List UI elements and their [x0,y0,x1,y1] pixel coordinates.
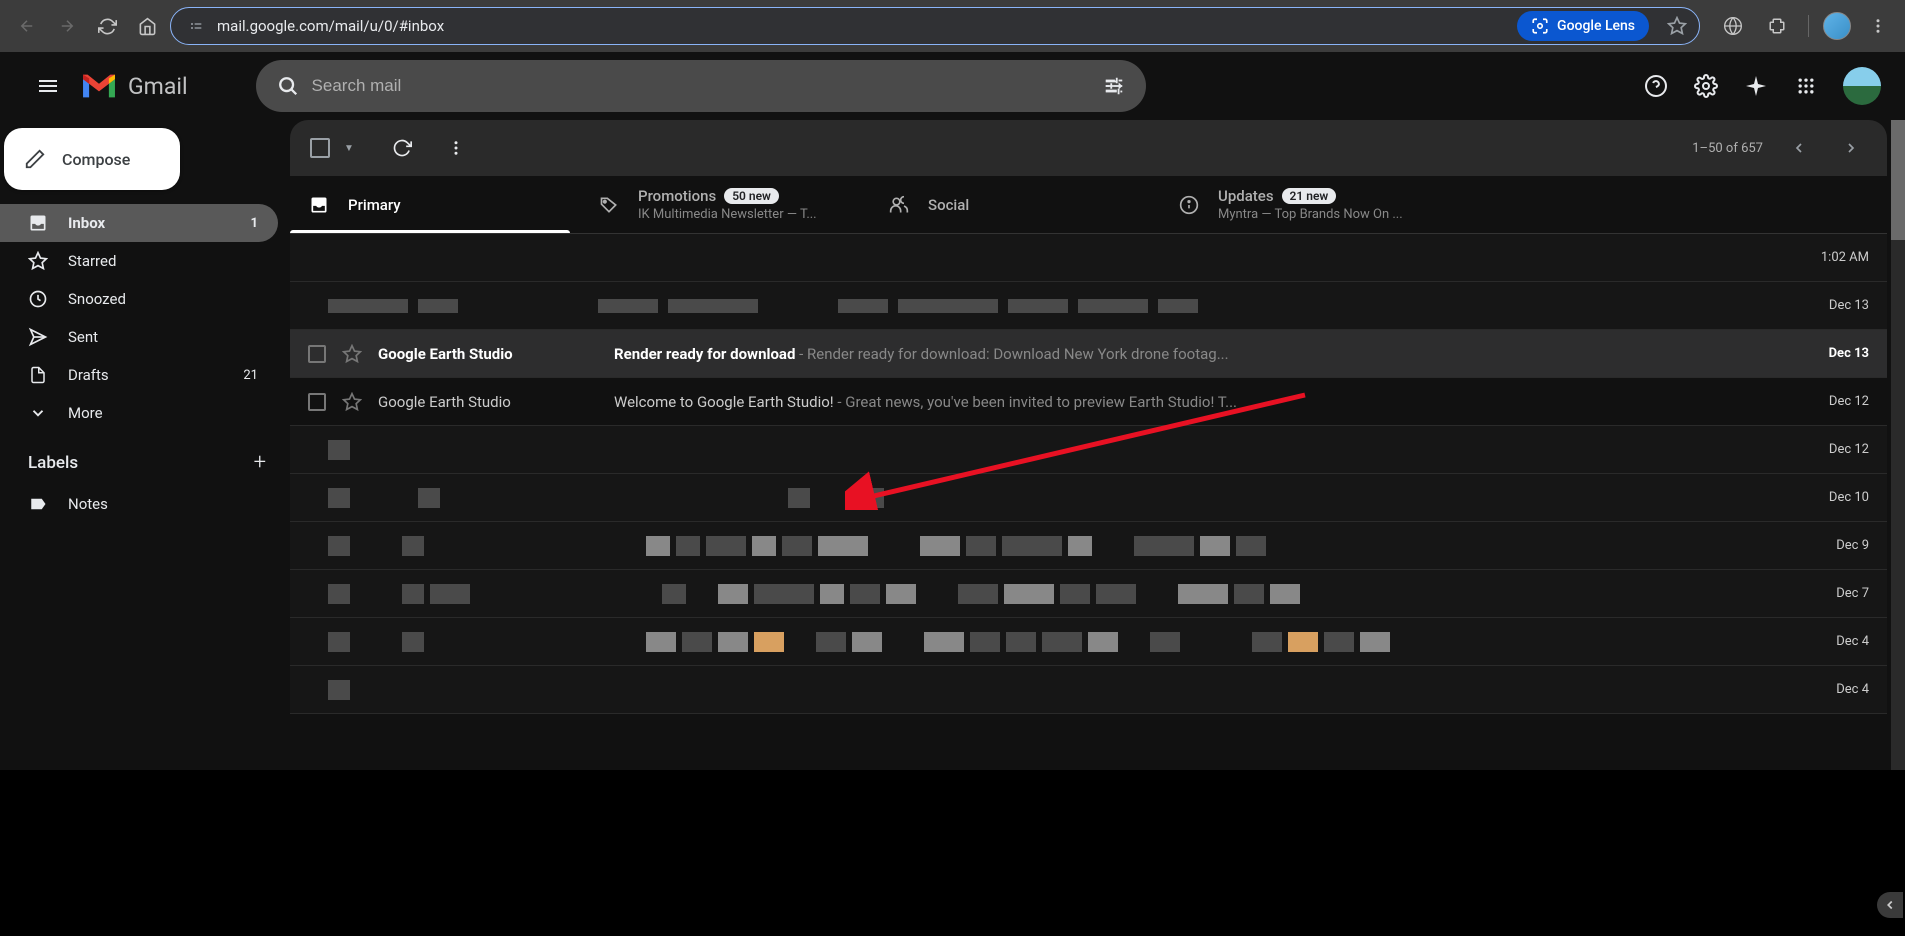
reload-button[interactable] [90,9,124,43]
next-page-button[interactable] [1835,132,1867,164]
row-checkbox[interactable] [308,345,326,363]
star-icon [28,251,48,271]
lens-icon [1531,17,1549,35]
mail-row[interactable]: Dec 9 [290,522,1887,570]
main-menu-icon[interactable] [24,62,72,110]
side-panel-toggle[interactable] [1877,892,1903,918]
tab-promotions[interactable]: Promotions50 new IK Multimedia Newslette… [580,176,870,233]
tag-icon [598,195,620,215]
mail-row[interactable]: Dec 4 [290,666,1887,714]
prev-page-button[interactable] [1783,132,1815,164]
nav-sent[interactable]: Sent [0,318,278,356]
search-input[interactable] [312,76,1090,96]
browser-toolbar: mail.google.com/mail/u/0/#inbox Google L… [0,0,1905,52]
people-icon [888,195,910,215]
tab-social[interactable]: Social [870,176,1160,233]
search-options-icon[interactable] [1090,62,1138,110]
url-text[interactable]: mail.google.com/mail/u/0/#inbox [217,17,1505,35]
lens-label: Google Lens [1557,18,1635,34]
nav-inbox[interactable]: Inbox 1 [0,204,278,242]
support-icon[interactable] [1635,65,1677,107]
settings-icon[interactable] [1685,65,1727,107]
file-icon [28,365,48,385]
scrollbar-thumb[interactable] [1891,120,1905,240]
clock-icon [28,289,48,309]
gmail-text: Gmail [128,73,188,100]
info-icon [1178,195,1200,215]
mail-row-welcome[interactable]: Google Earth Studio Welcome to Google Ea… [290,378,1887,426]
nav-more[interactable]: More [0,394,278,432]
browser-profile-avatar[interactable] [1823,12,1851,40]
row-sender: Google Earth Studio [378,393,598,411]
refresh-button[interactable] [382,128,422,168]
select-all-checkbox[interactable] [310,138,330,158]
mail-row[interactable]: Dec 4 [290,618,1887,666]
more-actions-icon[interactable] [436,128,476,168]
address-bar[interactable]: mail.google.com/mail/u/0/#inbox Google L… [170,7,1700,45]
bookmark-star-icon[interactable] [1661,10,1693,42]
row-date: Dec 12 [1799,394,1869,409]
site-info-icon[interactable] [187,17,205,35]
row-subject: Render ready for download - Render ready… [614,345,1783,363]
mail-row-render-ready[interactable]: Google Earth Studio Render ready for dow… [290,330,1887,378]
row-date: Dec 13 [1799,346,1869,361]
inbox-icon [28,213,48,233]
category-tabs: Primary Promotions50 new IK Multimedia N… [290,176,1887,234]
mail-row[interactable]: Dec 13 [290,282,1887,330]
compose-label: Compose [62,150,130,169]
row-subject: Welcome to Google Earth Studio! - Great … [614,393,1783,411]
scrollbar[interactable] [1891,120,1905,770]
google-lens-button[interactable]: Google Lens [1517,11,1649,41]
tab-primary[interactable]: Primary [290,176,580,233]
content-area: ▼ 1–50 of 657 Primary Promotions50 new I… [290,120,1905,770]
mail-row[interactable]: Dec 12 [290,426,1887,474]
label-notes[interactable]: Notes [0,485,278,523]
pencil-icon [24,148,46,170]
search-icon[interactable] [264,62,312,110]
search-bar[interactable] [256,60,1146,112]
add-label-icon[interactable]: + [254,450,266,475]
sidebar: Compose Inbox 1 Starred Snoozed Sent Dra… [0,120,290,770]
home-button[interactable] [130,9,164,43]
primary-tab-icon [308,195,330,215]
mail-list: 1:02 AM Dec 13 Google Earth Studio [290,234,1887,770]
compose-button[interactable]: Compose [4,128,180,190]
extensions-icon[interactable] [1760,9,1794,43]
labels-header: Labels + [0,432,290,485]
translate-icon[interactable] [1716,9,1750,43]
account-avatar[interactable] [1843,67,1881,105]
nav-snoozed[interactable]: Snoozed [0,280,278,318]
row-sender: Google Earth Studio [378,345,598,363]
browser-menu-icon[interactable] [1861,9,1895,43]
nav-drafts[interactable]: Drafts 21 [0,356,278,394]
gmail-logo[interactable]: Gmail [80,71,188,101]
gmail-header: Gmail [0,52,1905,120]
apps-icon[interactable] [1785,65,1827,107]
row-star-icon[interactable] [342,392,362,412]
page-info: 1–50 of 657 [1692,141,1763,156]
row-star-icon[interactable] [342,344,362,364]
back-button [10,9,44,43]
forward-button [50,9,84,43]
nav-starred[interactable]: Starred [0,242,278,280]
mail-row[interactable]: Dec 7 [290,570,1887,618]
send-icon [28,327,48,347]
row-checkbox[interactable] [308,393,326,411]
mail-row[interactable]: Dec 10 [290,474,1887,522]
label-icon [28,495,48,513]
mail-row[interactable]: 1:02 AM [290,234,1887,282]
tab-updates[interactable]: Updates21 new Myntra — Top Brands Now On… [1160,176,1887,233]
select-dropdown-icon[interactable]: ▼ [344,143,354,154]
gemini-icon[interactable] [1735,65,1777,107]
gmail-m-icon [80,71,118,101]
mail-toolbar: ▼ 1–50 of 657 [290,120,1887,176]
chevron-down-icon [28,404,48,422]
